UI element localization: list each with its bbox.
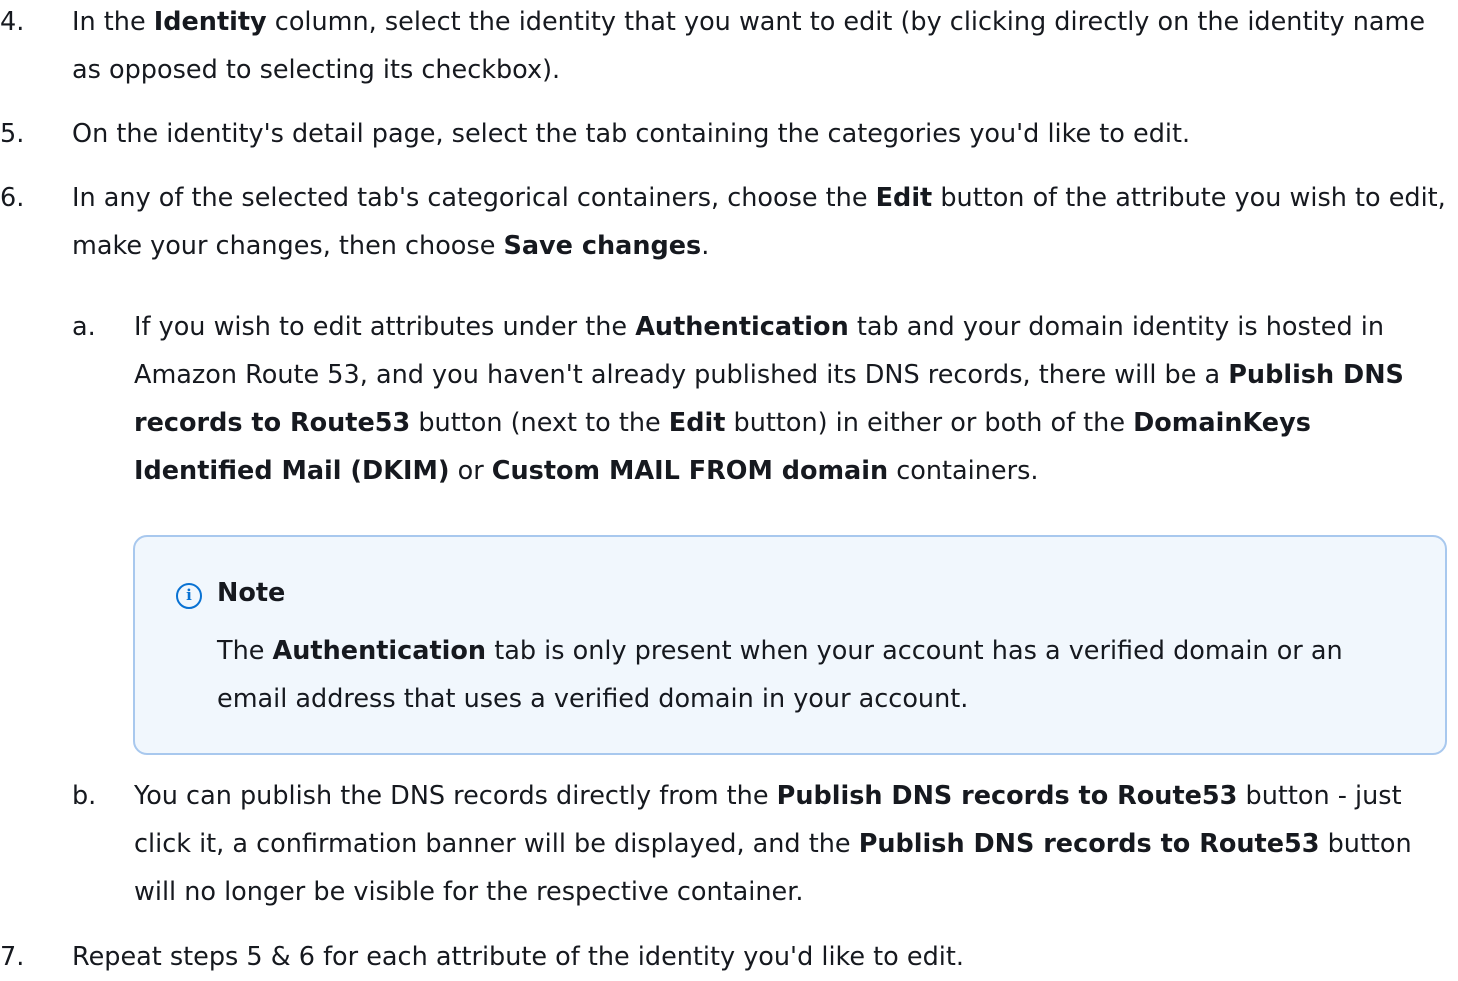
text-run: button (next to the: [410, 408, 669, 438]
step-text: In the Identity column, select the ident…: [72, 0, 1450, 94]
step-text: You can publish the DNS records directly…: [134, 772, 1450, 916]
step-text: If you wish to edit attributes under the…: [134, 303, 1450, 495]
info-icon: i: [176, 583, 202, 609]
instructions-document: 4. In the Identity column, select the id…: [0, 0, 1458, 972]
text-run: or: [449, 456, 492, 486]
text-run: column, select the identity that you wan…: [72, 7, 1426, 85]
step-number: 5.: [0, 119, 25, 149]
text-run: In the: [72, 7, 154, 37]
bold-run: Edit: [668, 408, 726, 438]
text-run: In any of the selected tab's categorical…: [72, 183, 876, 213]
step-letter: b.: [72, 781, 97, 811]
bold-run: Publish DNS records to Route53: [858, 829, 1320, 859]
text-run: button) in either or both of the: [725, 408, 1134, 438]
note-title: Note: [217, 578, 286, 608]
note-text: The Authentication tab is only present w…: [217, 627, 1405, 723]
note-callout: i Note The Authentication tab is only pr…: [133, 535, 1447, 755]
text-run: You can publish the DNS records directly…: [134, 781, 777, 811]
step-number: 4.: [0, 7, 25, 37]
text-run: If you wish to edit attributes under the: [134, 312, 636, 342]
text-run: .: [701, 231, 710, 261]
text-run: containers.: [888, 456, 1039, 486]
text-run: On the identity's detail page, select th…: [72, 119, 1191, 149]
text-run: Repeat steps 5 & 6 for each attribute of…: [72, 942, 964, 972]
bold-run: Save changes: [503, 231, 702, 261]
bold-run: Custom MAIL FROM domain: [491, 456, 889, 486]
bold-run: Publish DNS records to Route53: [776, 781, 1238, 811]
step-letter: a.: [72, 312, 96, 342]
bold-run: Identity: [153, 7, 267, 37]
text-run: The: [217, 636, 273, 666]
bold-run: Authentication: [635, 312, 849, 342]
step-text: In any of the selected tab's categorical…: [72, 174, 1450, 270]
bold-run: Edit: [875, 183, 933, 213]
step-text: Repeat steps 5 & 6 for each attribute of…: [72, 933, 1450, 981]
step-text: On the identity's detail page, select th…: [72, 110, 1450, 158]
bold-run: Authentication: [272, 636, 487, 666]
step-number: 7.: [0, 942, 25, 972]
step-number: 6.: [0, 183, 25, 213]
